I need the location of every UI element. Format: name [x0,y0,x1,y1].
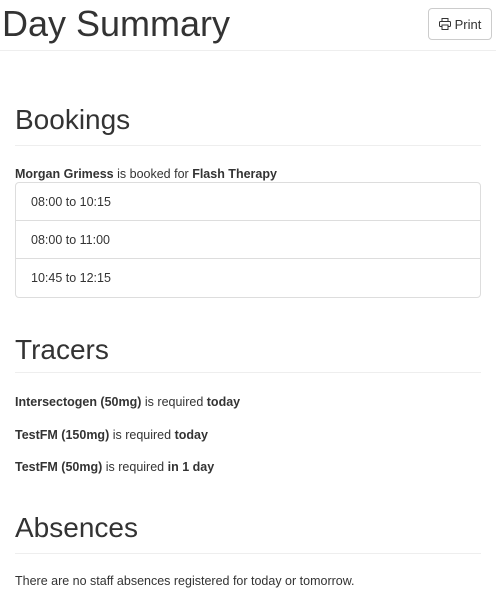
bookings-heading: Bookings [15,104,131,135]
bookings-divider [15,145,481,146]
tracer-name: TestFM (50mg) [15,460,103,474]
absences-heading: Absences [15,512,138,543]
booking-summary: Morgan Grimess is booked for Flash Thera… [15,166,277,182]
tracer-connector: is required [112,428,172,442]
tracer-item: TestFM (50mg) is required in 1 day [15,459,214,475]
tracer-item: Intersectogen (50mg) is required today [15,394,240,410]
absences-message: There are no staff absences registered f… [15,574,355,588]
list-item: 08:00 to 10:15 [16,183,480,221]
list-item: 08:00 to 11:00 [16,221,480,259]
tracer-when: in 1 day [167,460,215,474]
booking-slots-list: 08:00 to 10:15 08:00 to 11:00 10:45 to 1… [15,182,481,298]
tracer-name: Intersectogen (50mg) [15,395,142,409]
printer-icon [438,18,451,30]
page-title: Day Summary [2,3,231,44]
absences-divider [15,553,481,554]
tracer-connector: is required [105,460,165,474]
page-header: Day Summary Print [0,0,496,51]
booking-connector: is booked for [117,167,189,181]
list-item: 10:45 to 12:15 [31,271,111,285]
tracers-heading: Tracers [15,334,109,365]
tracer-when: today [206,395,241,409]
tracer-when: today [174,428,208,442]
booking-person: Morgan Grimess [15,167,114,181]
print-label: Print [454,16,482,32]
booking-therapy: Flash Therapy [192,167,277,181]
tracer-connector: is required [144,395,204,409]
tracer-name: TestFM (150mg) [15,428,110,442]
tracer-item: TestFM (150mg) is required today [15,427,208,443]
print-button[interactable]: Print [428,8,492,40]
tracers-divider [15,372,481,373]
